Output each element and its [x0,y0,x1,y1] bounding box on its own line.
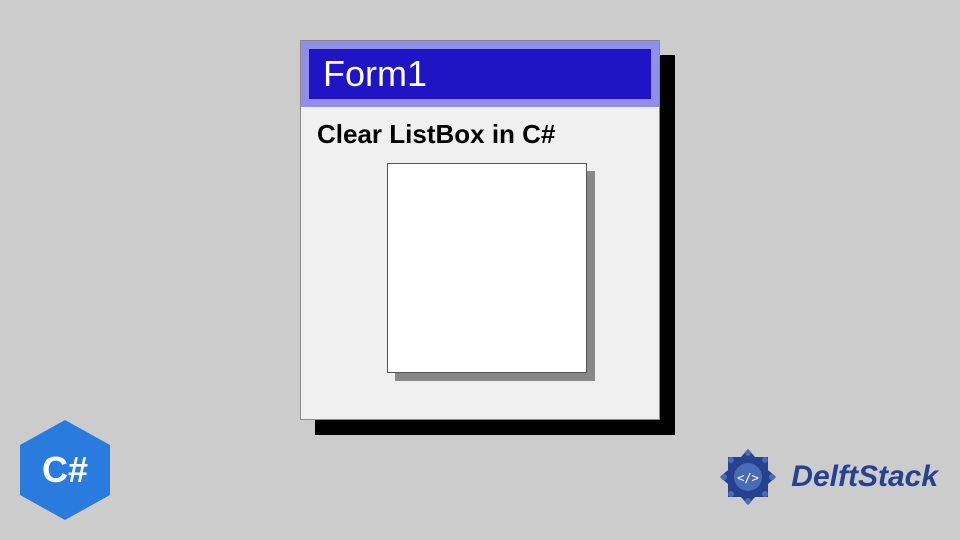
window-title: Form1 [309,49,651,99]
svg-text:</>: </> [737,471,759,485]
hexagon-icon: C# [20,420,110,520]
delftstack-icon: </> [713,442,783,512]
listbox[interactable] [387,163,587,373]
form-heading: Clear ListBox in C# [317,119,643,150]
client-area: Clear ListBox in C# [301,107,659,178]
csharp-badge: C# [20,420,110,520]
form-window: Form1 Clear ListBox in C# [300,40,660,420]
delftstack-logo: </> DelftStack [713,442,938,512]
csharp-label: C# [42,449,88,491]
delftstack-label: DelftStack [791,460,938,494]
title-bar-outer: Form1 [301,41,659,107]
